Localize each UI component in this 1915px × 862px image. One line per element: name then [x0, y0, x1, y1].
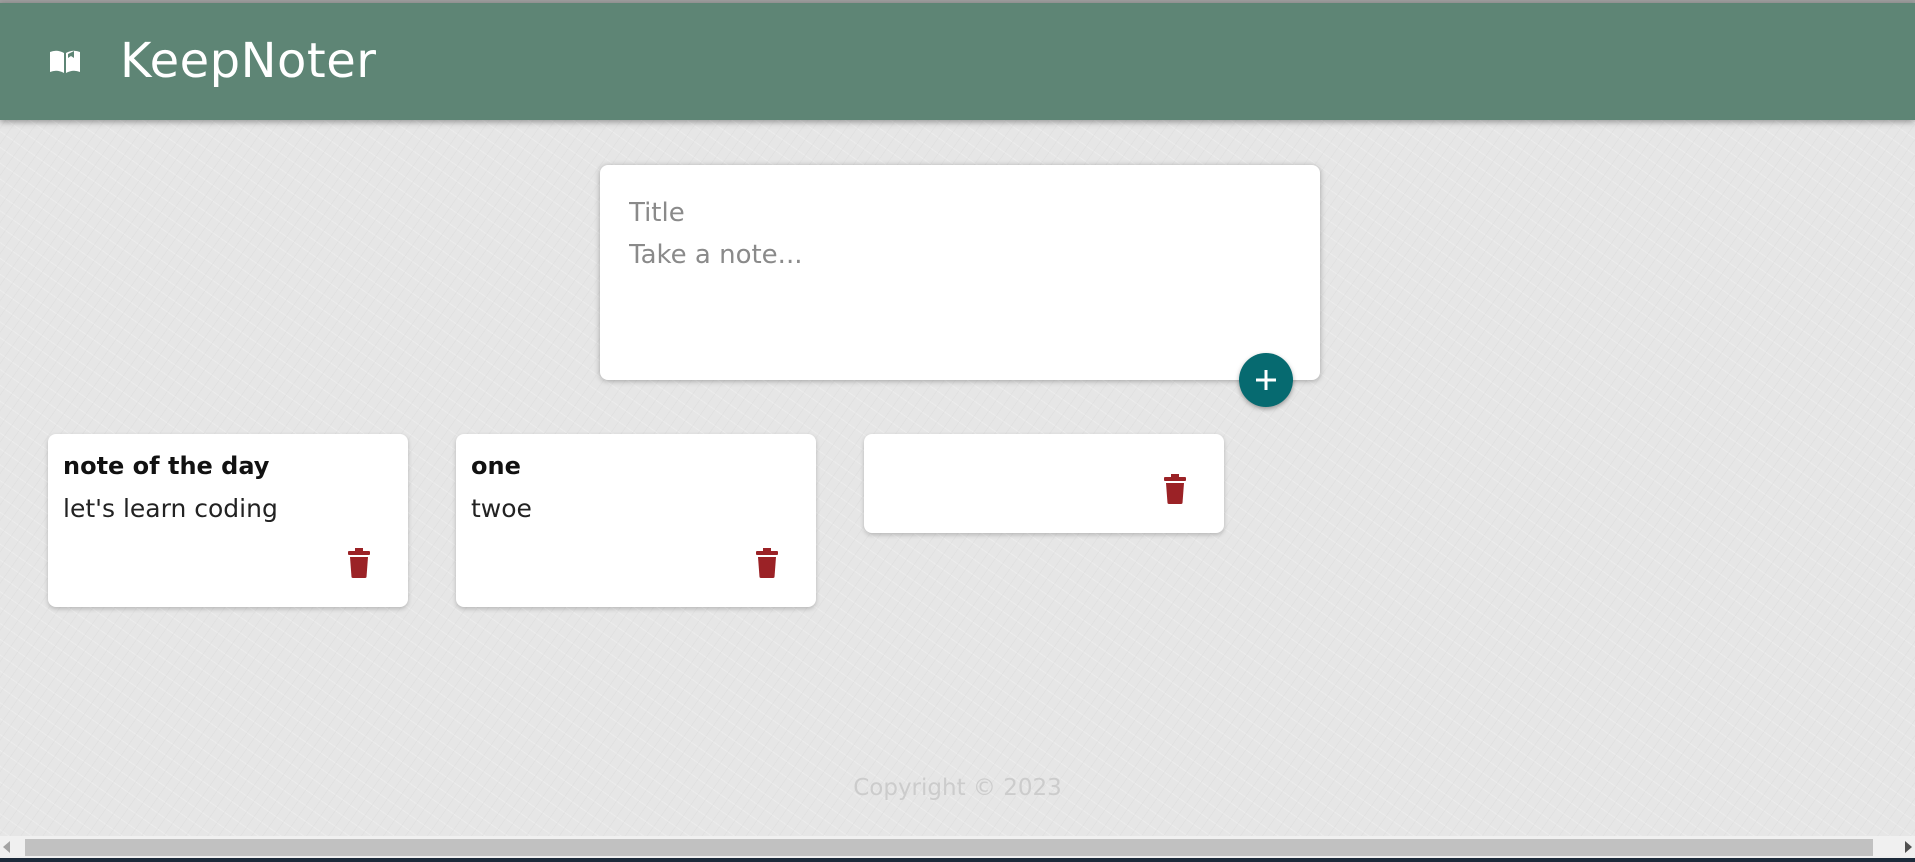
delete-note-button[interactable]: [753, 547, 781, 581]
footer-copyright: Copyright © 2023: [853, 775, 1062, 801]
note-card: one twoe: [456, 434, 816, 607]
delete-note-button[interactable]: [1161, 473, 1189, 507]
note-title: note of the day: [63, 452, 270, 480]
create-note-form: [600, 165, 1320, 380]
scroll-right-arrow-icon[interactable]: [1905, 841, 1912, 853]
note-title-input[interactable]: [629, 193, 1289, 233]
plus-icon: [1256, 370, 1276, 390]
trash-icon: [348, 547, 370, 578]
book-open-icon: [48, 46, 82, 76]
taskbar-strip: [0, 858, 1915, 862]
scroll-left-arrow-icon[interactable]: [3, 841, 10, 853]
note-content: twoe: [471, 494, 532, 523]
note-card: [864, 434, 1224, 533]
note-content: let's learn coding: [63, 494, 278, 523]
scrollbar-thumb[interactable]: [25, 839, 1873, 856]
add-note-button[interactable]: [1239, 353, 1293, 407]
horizontal-scrollbar[interactable]: [0, 836, 1915, 858]
note-content-input[interactable]: [629, 240, 1289, 350]
delete-note-button[interactable]: [345, 547, 373, 581]
note-card: note of the day let's learn coding: [48, 434, 408, 607]
note-title: one: [471, 452, 521, 480]
trash-icon: [756, 547, 778, 578]
trash-icon: [1164, 473, 1186, 504]
app-title: KeepNoter: [120, 33, 377, 89]
app-header: KeepNoter: [0, 3, 1915, 120]
